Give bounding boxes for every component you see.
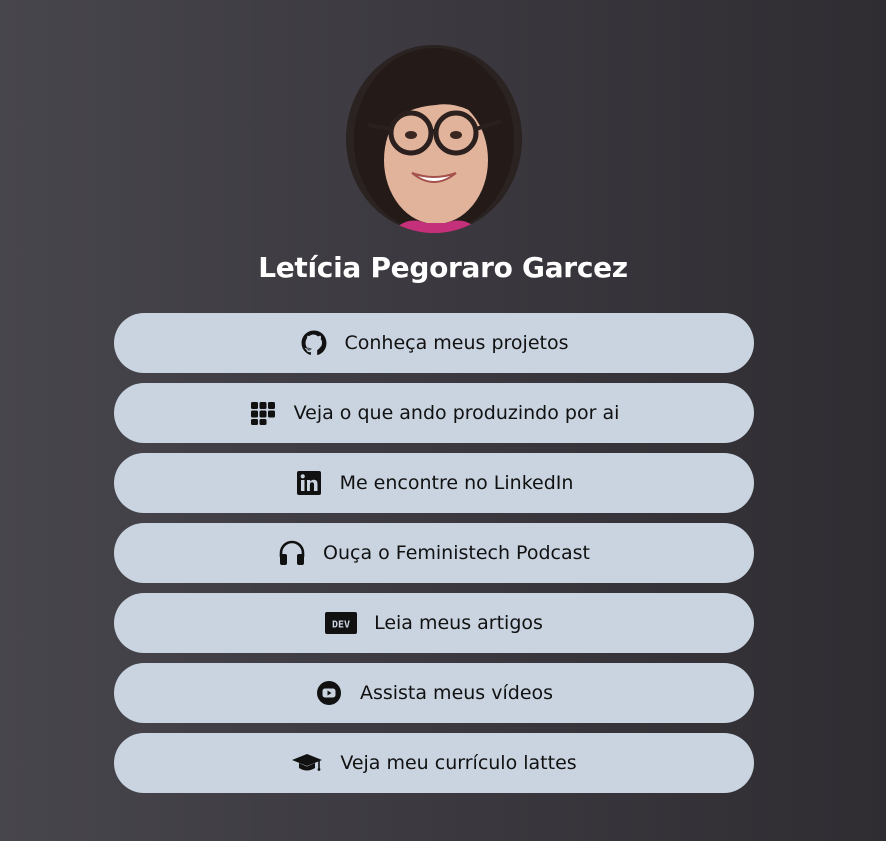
grid-icon <box>249 399 277 427</box>
link-label: Assista meus vídeos <box>359 682 554 704</box>
link-button-lattes[interactable]: Veja meu currículo lattes <box>114 733 754 793</box>
link-label: Veja o que ando produzindo por ai <box>293 402 620 424</box>
link-label: Ouça o Feministech Podcast <box>323 542 590 564</box>
link-button-projects[interactable]: Conheça meus projetos <box>114 313 754 373</box>
github-icon <box>300 329 328 357</box>
link-label: Me encontre no LinkedIn <box>339 472 574 494</box>
link-button-portfolio[interactable]: Veja o que ando produzindo por ai <box>114 383 754 443</box>
link-button-podcast[interactable]: Ouça o Feministech Podcast <box>114 523 754 583</box>
profile-name: Letícia Pegoraro Garcez <box>258 251 628 284</box>
link-button-videos[interactable]: Assista meus vídeos <box>114 663 754 723</box>
link-list: Conheça meus projetos Veja o que ando pr… <box>114 313 754 803</box>
linkedin-icon <box>295 469 323 497</box>
link-label: Veja meu currículo lattes <box>340 752 577 774</box>
youtube-icon <box>315 679 343 707</box>
dev-icon: DEV <box>325 609 358 637</box>
headphones-icon <box>278 539 306 567</box>
link-button-articles[interactable]: DEV Leia meus artigos <box>114 593 754 653</box>
link-button-linkedin[interactable]: Me encontre no LinkedIn <box>114 453 754 513</box>
svg-text:DEV: DEV <box>332 620 350 631</box>
profile-avatar <box>346 45 522 233</box>
link-label: Leia meus artigos <box>374 612 543 634</box>
link-label: Conheça meus projetos <box>344 332 569 354</box>
graduation-cap-icon <box>291 749 323 777</box>
